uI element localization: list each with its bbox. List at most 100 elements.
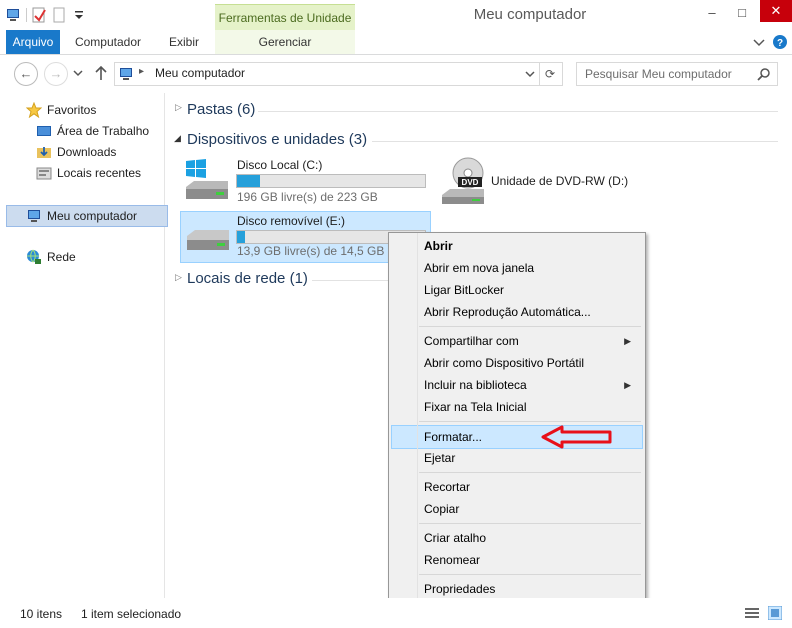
group-header-devices[interactable]: Dispositivos e unidades (3) (187, 131, 367, 148)
expand-chevron-icon[interactable]: ▷ (175, 102, 182, 113)
sidebar-item-recent-places[interactable]: Locais recentes (0, 163, 162, 183)
drive-name: Disco removível (E:) (237, 214, 346, 228)
collapse-chevron-icon[interactable]: ◢ (174, 133, 181, 144)
recent-locations-chevron-icon[interactable] (73, 69, 83, 77)
group-header-folders[interactable]: Pastas (6) (187, 101, 255, 118)
search-icon[interactable] (757, 67, 771, 81)
menu-separator (419, 472, 641, 473)
menu-item-include-library[interactable]: Incluir na biblioteca ▶ (391, 374, 641, 396)
navigation-bar: ← → ▸ Meu computador ⟳ Pesquisar Meu com… (0, 56, 792, 92)
tab-arquivo[interactable]: Arquivo (6, 30, 60, 54)
computer-icon[interactable] (6, 7, 22, 23)
new-folder-icon[interactable] (51, 7, 67, 23)
sidebar-item-network[interactable]: Rede (0, 247, 162, 267)
sidebar-item-label: Favoritos (47, 103, 97, 117)
sidebar-item-label: Locais recentes (57, 166, 142, 180)
window-title: Meu computador (473, 6, 587, 23)
removable-drive-icon (187, 230, 229, 250)
menu-separator (419, 523, 641, 524)
menu-item-label: Propriedades (424, 582, 496, 596)
chevron-down-icon[interactable] (525, 70, 535, 78)
large-icons-view-icon[interactable] (768, 606, 782, 620)
navigation-pane: Favoritos Área de Trabalho Downloads Loc… (0, 93, 168, 598)
svg-text:?: ? (777, 38, 783, 49)
refresh-button[interactable]: ⟳ (538, 62, 563, 86)
item-count: 10 itens (20, 607, 63, 621)
drive-name: Unidade de DVD-RW (D:) (491, 174, 629, 188)
chevron-down-icon[interactable] (752, 35, 766, 49)
menu-item-cut[interactable]: Recortar (391, 476, 641, 498)
tab-computador[interactable]: Computador (66, 30, 150, 54)
menu-item-abrir[interactable]: Abrir (391, 235, 641, 257)
maximize-button[interactable]: □ (730, 4, 754, 22)
breadcrumb-this-pc[interactable]: Meu computador (155, 66, 245, 80)
menu-item-portable-device[interactable]: Abrir como Dispositivo Portátil (391, 352, 641, 374)
close-button[interactable]: ✕ (760, 0, 792, 22)
menu-item-label: Copiar (424, 502, 460, 516)
expand-chevron-icon[interactable]: ▷ (175, 272, 182, 283)
search-input[interactable]: Pesquisar Meu computador (576, 62, 778, 86)
chevron-down-icon[interactable] (71, 7, 87, 23)
menu-item-share-with[interactable]: Compartilhar com ▶ (391, 330, 641, 352)
drive-tools-context-header: Ferramentas de Unidade (215, 4, 355, 31)
search-placeholder: Pesquisar Meu computador (585, 67, 732, 81)
recent-places-icon (36, 167, 52, 180)
help-icon[interactable]: ? (772, 34, 788, 50)
sidebar-item-desktop[interactable]: Área de Trabalho (0, 121, 162, 141)
menu-item-label: Ligar BitLocker (424, 283, 505, 297)
menu-item-copy[interactable]: Copiar (391, 498, 641, 520)
sidebar-item-favoritos[interactable]: Favoritos (0, 100, 162, 120)
dvd-drive-icon: DVD (442, 157, 484, 204)
group-divider (258, 111, 778, 112)
up-arrow-icon[interactable] (94, 65, 108, 81)
tab-exibir[interactable]: Exibir (160, 30, 208, 54)
computer-icon (28, 210, 40, 222)
drive-tile-c[interactable]: Disco Local (C:) 196 GB livre(s) de 223 … (180, 155, 430, 205)
group-divider (312, 280, 388, 281)
drive-tile-d[interactable]: DVD Unidade de DVD-RW (D:) (436, 155, 686, 205)
menu-item-properties[interactable]: Propriedades (391, 578, 641, 600)
menu-item-label: Criar atalho (424, 531, 487, 545)
menu-item-autoplay[interactable]: Abrir Reprodução Automática... (391, 301, 641, 323)
computer-icon (120, 68, 132, 80)
drive-usage-fill (237, 175, 260, 187)
menu-item-label: Formatar... (424, 430, 483, 444)
sidebar-item-label: Meu computador (47, 209, 138, 223)
menu-item-label: Renomear (424, 553, 481, 567)
group-divider (372, 141, 778, 142)
menu-separator (419, 326, 641, 327)
menu-item-bitlocker[interactable]: Ligar BitLocker (391, 279, 641, 301)
properties-icon[interactable] (31, 7, 47, 23)
menu-item-label: Fixar na Tela Inicial (424, 400, 527, 414)
forward-button[interactable]: → (44, 62, 68, 86)
drive-name: Disco Local (C:) (237, 158, 323, 172)
breadcrumb-separator-icon: ▸ (139, 66, 145, 77)
menu-separator (419, 421, 641, 422)
selection-count: 1 item selecionado (81, 607, 182, 621)
tab-gerenciar[interactable]: Gerenciar (215, 30, 355, 54)
submenu-arrow-icon: ▶ (624, 336, 631, 346)
minimize-button[interactable]: – (700, 4, 724, 22)
drive-free-space: 196 GB livre(s) de 223 GB (237, 190, 378, 204)
menu-item-eject[interactable]: Ejetar (391, 447, 641, 469)
sidebar-item-downloads[interactable]: Downloads (0, 142, 162, 162)
address-bar[interactable]: ▸ Meu computador (114, 62, 540, 86)
context-menu: Abrir Abrir em nova janela Ligar BitLock… (388, 232, 646, 604)
menu-item-open-new-window[interactable]: Abrir em nova janela (391, 257, 641, 279)
sidebar-item-label: Downloads (57, 145, 117, 159)
menu-item-rename[interactable]: Renomear (391, 549, 641, 571)
sidebar-item-this-pc[interactable]: Meu computador (6, 205, 168, 227)
menu-item-label: Abrir Reprodução Automática... (424, 305, 591, 319)
details-view-icon[interactable] (745, 607, 759, 619)
star-icon (26, 102, 42, 118)
sidebar-item-label: Área de Trabalho (57, 124, 150, 138)
menu-item-create-shortcut[interactable]: Criar atalho (391, 527, 641, 549)
back-button[interactable]: ← (14, 62, 38, 86)
desktop-icon (37, 126, 51, 136)
menu-gutter (417, 233, 418, 601)
menu-item-label: Compartilhar com (424, 334, 519, 348)
submenu-arrow-icon: ▶ (624, 380, 631, 390)
drive-usage-bar (236, 174, 426, 188)
menu-item-pin-start[interactable]: Fixar na Tela Inicial (391, 396, 641, 418)
group-header-network-locations[interactable]: Locais de rede (1) (187, 270, 308, 287)
